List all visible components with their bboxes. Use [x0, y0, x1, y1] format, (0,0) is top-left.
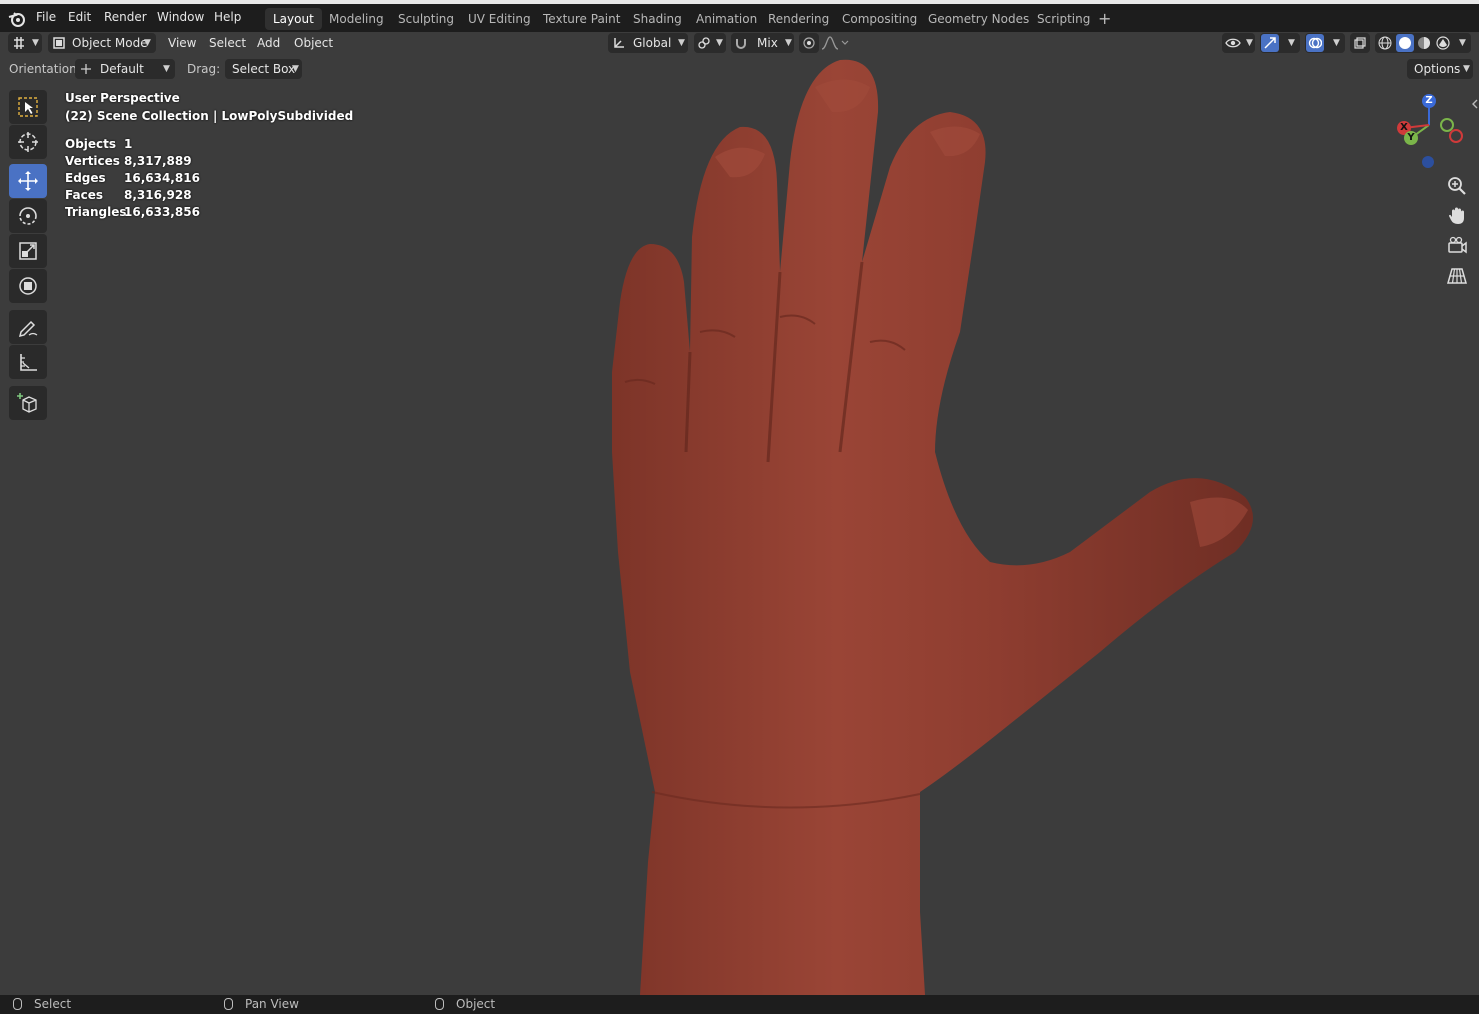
menu-window[interactable]: Window: [157, 10, 204, 24]
camera-view-icon[interactable]: [1446, 235, 1468, 257]
add-workspace-button[interactable]: +: [1098, 9, 1111, 28]
tab-sculpting[interactable]: Sculpting: [390, 8, 462, 30]
measure-tool[interactable]: [9, 345, 47, 379]
gizmo-neg-z-axis[interactable]: [1422, 156, 1434, 168]
stat-value: 8,317,889: [124, 154, 192, 168]
stat-value: 1: [124, 137, 133, 151]
mouse-left-icon: [13, 998, 22, 1010]
status-select: Select: [34, 997, 72, 1011]
tab-scripting[interactable]: Scripting: [1029, 8, 1098, 30]
view-name: User Perspective: [65, 91, 180, 105]
collection-name: (22) Scene Collection | LowPolySubdivide…: [65, 109, 354, 123]
sidebar-toggle-icon[interactable]: [1471, 98, 1479, 110]
3d-viewport[interactable]: ▼ Object Mode ▼ View Select Add Object G…: [0, 32, 1479, 995]
zoom-icon[interactable]: [1446, 175, 1468, 197]
stat-edges: Edges 16,634,816: [65, 171, 200, 185]
add-cube-icon: [17, 393, 37, 413]
tab-compositing[interactable]: Compositing: [834, 8, 925, 30]
gizmo-y-axis[interactable]: Y: [1404, 131, 1418, 145]
top-menubar: File Edit Render Window Help Layout Mode…: [0, 0, 1479, 32]
cursor-icon: [18, 132, 38, 152]
menu-help[interactable]: Help: [214, 10, 241, 24]
stat-label: Vertices: [65, 154, 120, 168]
tab-geometry-nodes[interactable]: Geometry Nodes: [920, 8, 1037, 30]
mouse-right-icon: [435, 998, 444, 1010]
rotate-icon: [19, 207, 37, 225]
tab-shading[interactable]: Shading: [625, 8, 690, 30]
annotate-pencil-icon: [18, 320, 38, 338]
move-icon: [18, 171, 38, 191]
annotate-tool[interactable]: [9, 310, 47, 344]
move-tool[interactable]: [9, 164, 47, 198]
gizmo-z-axis[interactable]: Z: [1422, 94, 1436, 108]
tab-rendering[interactable]: Rendering: [760, 8, 837, 30]
menu-render[interactable]: Render: [104, 10, 147, 24]
tab-animation[interactable]: Animation: [688, 8, 765, 30]
measure-ruler-icon: [20, 354, 37, 371]
stat-value: 8,316,928: [124, 188, 192, 202]
scale-tool[interactable]: [9, 234, 47, 268]
tab-texture-paint[interactable]: Texture Paint: [535, 8, 628, 30]
tab-uv-editing[interactable]: UV Editing: [460, 8, 539, 30]
select-box-tool[interactable]: [9, 90, 47, 124]
transform-icon: [19, 277, 37, 295]
stat-faces: Faces 8,316,928: [65, 188, 192, 202]
stat-triangles: Triangles 16,633,856: [65, 205, 200, 219]
hand-mesh[interactable]: [0, 32, 1479, 995]
status-pan-view: Pan View: [245, 997, 299, 1011]
blender-logo-icon[interactable]: [8, 10, 26, 28]
stat-label: Objects: [65, 137, 117, 151]
menu-file[interactable]: File: [36, 10, 56, 24]
rotate-tool[interactable]: [9, 199, 47, 233]
stat-vertices: Vertices 8,317,889: [65, 154, 192, 168]
gizmo-neg-x-axis[interactable]: [1449, 129, 1463, 143]
stat-objects: Objects 1: [65, 137, 132, 151]
stat-value: 16,633,856: [124, 205, 200, 219]
tab-modeling[interactable]: Modeling: [321, 8, 392, 30]
select-box-icon: [18, 97, 38, 117]
stat-label: Faces: [65, 188, 103, 202]
mouse-middle-icon: [224, 998, 233, 1010]
tab-layout[interactable]: Layout: [265, 8, 322, 30]
stat-label: Edges: [65, 171, 106, 185]
scale-icon: [19, 242, 37, 260]
stat-value: 16,634,816: [124, 171, 200, 185]
transform-tool[interactable]: [9, 269, 47, 303]
add-cube-tool[interactable]: [9, 386, 47, 420]
perspective-grid-icon[interactable]: [1446, 265, 1468, 287]
stat-label: Triangles: [65, 205, 127, 219]
menu-edit[interactable]: Edit: [68, 10, 91, 24]
cursor-tool[interactable]: [9, 125, 47, 159]
pan-hand-icon[interactable]: [1446, 205, 1468, 227]
status-object: Object: [456, 997, 496, 1011]
status-bar: Select Pan View Object: [0, 995, 1479, 1014]
